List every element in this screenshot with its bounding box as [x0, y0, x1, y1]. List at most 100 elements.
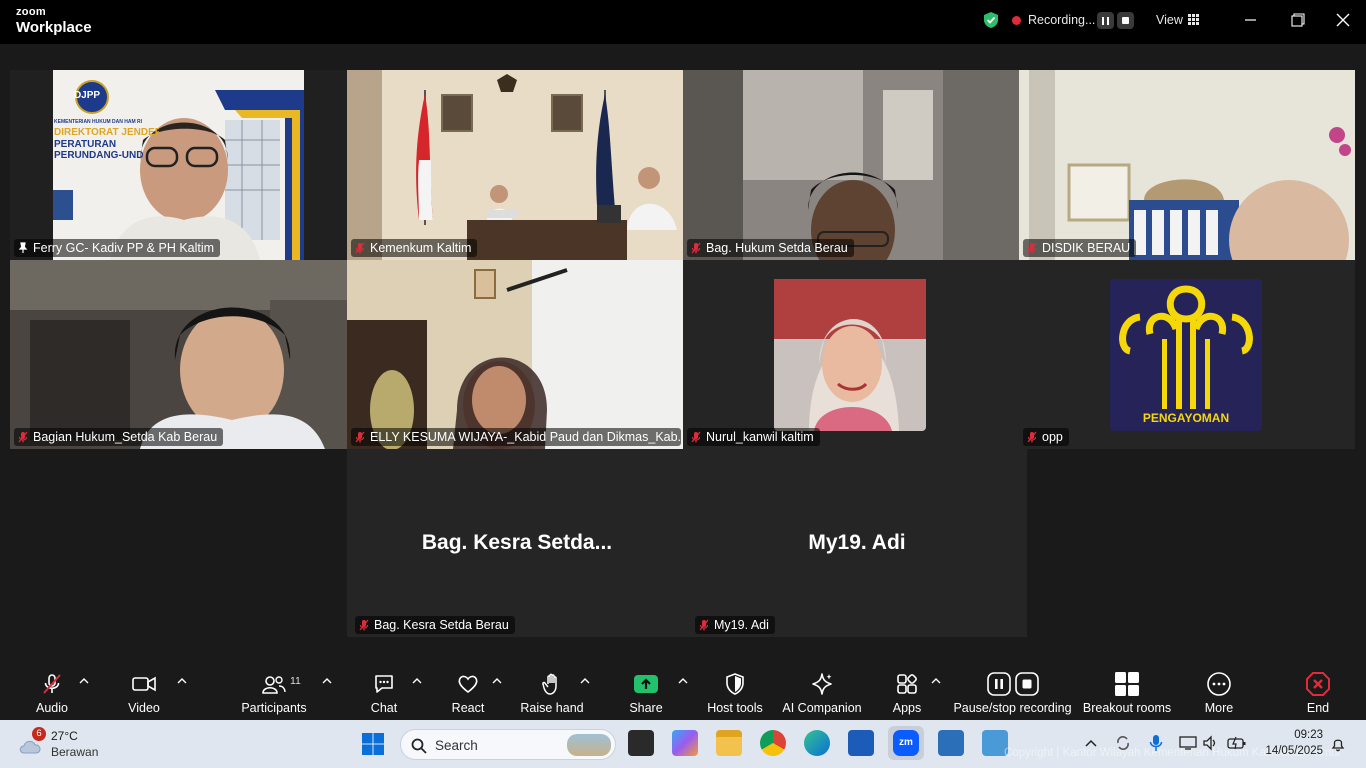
share-button[interactable]: Share: [626, 661, 666, 719]
notepad-icon[interactable]: [938, 730, 964, 756]
meeting-toolbar: Audio Video Participants 11 Chat React R…: [0, 661, 1366, 719]
raise-hand-button[interactable]: Raise hand: [520, 661, 584, 719]
participant-name-label: Bag. Kesra Setda Berau: [355, 616, 515, 634]
pause-recording-button[interactable]: [1097, 12, 1114, 29]
pengayoman-tree-icon: [1119, 285, 1253, 409]
participant-name: Bag. Hukum Setda Berau: [706, 241, 848, 255]
shield-check-icon[interactable]: [982, 11, 1000, 29]
chat-options-chevron-icon[interactable]: [412, 677, 422, 685]
video-options-chevron-icon[interactable]: [177, 677, 187, 685]
participants-icon: [262, 676, 286, 694]
participant-name: Ferry GC- Kadiv PP & PH Kaltim: [33, 241, 215, 255]
ai-sparkle-icon: [812, 673, 832, 695]
share-screen-icon: [634, 675, 658, 693]
taskbar-search[interactable]: Search: [400, 729, 616, 760]
battery-icon[interactable]: [1227, 735, 1247, 751]
share-options-chevron-icon[interactable]: [678, 677, 688, 685]
end-label: End: [1306, 701, 1330, 715]
participants-options-chevron-icon[interactable]: [322, 677, 332, 685]
minimize-icon[interactable]: [1237, 8, 1265, 32]
apps-label: Apps: [892, 701, 922, 715]
grid-view-icon[interactable]: [1188, 14, 1199, 25]
pause-icon: [986, 672, 1011, 696]
view-button[interactable]: View: [1156, 13, 1183, 27]
video-tile[interactable]: Bag. Hukum Setda Berau: [683, 70, 1019, 260]
audio-button[interactable]: Audio: [32, 661, 72, 719]
video-feed: [10, 260, 347, 449]
video-button[interactable]: Video: [124, 661, 164, 719]
audio-label: Audio: [36, 701, 68, 715]
host-tools-button[interactable]: Host tools: [704, 661, 766, 719]
clock-date[interactable]: 14/05/2025: [1265, 745, 1323, 757]
video-tile[interactable]: PENGAYOMAN opp: [1019, 260, 1355, 449]
audio-options-chevron-icon[interactable]: [79, 677, 89, 685]
react-label: React: [451, 701, 485, 715]
tray-chevron-icon[interactable]: [1085, 738, 1097, 748]
video-tile[interactable]: Nurul_kanwil kaltim: [683, 260, 1019, 449]
video-tile[interactable]: ELLY KESUMA WIJAYA-_Kabid Paud dan Dikma…: [347, 260, 683, 449]
stop-icon: [1014, 672, 1039, 696]
video-feed: [1019, 70, 1355, 260]
apps-icon: [897, 674, 917, 694]
participant-name: Bagian Hukum_Setda Kab Berau: [33, 430, 218, 444]
video-tile[interactable]: DISDIK BERAU: [1019, 70, 1355, 260]
stop-recording-button[interactable]: [1117, 12, 1134, 29]
mic-muted-icon: [359, 619, 369, 631]
windows-start-icon[interactable]: [361, 732, 385, 756]
microphone-icon[interactable]: [1149, 734, 1163, 752]
participant-name-label: Bag. Hukum Setda Berau: [687, 239, 854, 257]
more-button[interactable]: More: [1199, 661, 1239, 719]
edge-icon[interactable]: [804, 730, 830, 756]
video-feed: [10, 70, 347, 260]
video-tile[interactable]: Bag. Kesra Setda... Bag. Kesra Setda Ber…: [347, 449, 687, 637]
mic-muted-icon: [355, 431, 365, 443]
video-tile[interactable]: My19. Adi My19. Adi: [687, 449, 1027, 637]
video-tile[interactable]: Kemenkum Kaltim: [347, 70, 683, 260]
participant-display-name: Bag. Kesra Setda...: [421, 531, 613, 554]
copilot-icon[interactable]: [672, 730, 698, 756]
video-grid: DJPP KEMENTERIAN HUKUM DAN HAM RI DIREKT…: [0, 44, 1366, 661]
word-icon[interactable]: [848, 730, 874, 756]
participant-name-label: ELLY KESUMA WIJAYA-_Kabid Paud dan Dikma…: [351, 428, 681, 446]
zoom-app-icon[interactable]: zm: [888, 726, 924, 760]
weather-desc[interactable]: Berawan: [51, 745, 98, 759]
react-options-chevron-icon[interactable]: [492, 677, 502, 685]
sync-icon[interactable]: [1115, 735, 1131, 751]
breakout-rooms-button[interactable]: Breakout rooms: [1082, 661, 1172, 719]
close-icon[interactable]: [1329, 8, 1357, 32]
volume-icon[interactable]: [1202, 735, 1218, 751]
participants-button[interactable]: Participants: [239, 661, 309, 719]
chat-button[interactable]: Chat: [364, 661, 404, 719]
react-button[interactable]: React: [448, 661, 488, 719]
restore-icon[interactable]: [1283, 8, 1311, 32]
chrome-icon[interactable]: [760, 730, 786, 756]
weather-badge: 6: [32, 727, 46, 741]
video-tile[interactable]: DJPP KEMENTERIAN HUKUM DAN HAM RI DIREKT…: [10, 70, 347, 260]
video-feed: [347, 70, 683, 260]
pause-stop-recording-button[interactable]: Pause/stop recording: [953, 661, 1072, 719]
notification-bell-icon[interactable]: [1330, 736, 1346, 752]
apps-options-chevron-icon[interactable]: [931, 677, 941, 685]
participant-name-label: Kemenkum Kaltim: [351, 239, 478, 257]
video-tile[interactable]: Bagian Hukum_Setda Kab Berau: [10, 260, 347, 449]
raise-hand-options-chevron-icon[interactable]: [580, 677, 590, 685]
end-meeting-button[interactable]: End: [1298, 661, 1338, 719]
participant-display-name: My19. Adi: [808, 531, 906, 554]
search-placeholder: Search: [435, 738, 478, 753]
profile-photo: [774, 279, 926, 431]
network-icon[interactable]: [1179, 735, 1197, 751]
breakout-rooms-label: Breakout rooms: [1082, 701, 1172, 715]
brand-top: zoom: [16, 6, 46, 18]
ai-companion-button[interactable]: AI Companion: [782, 661, 862, 719]
pause-icon: [1102, 16, 1109, 25]
apps-button[interactable]: Apps: [887, 661, 927, 719]
file-explorer-icon[interactable]: [716, 730, 742, 756]
raised-hand-icon: [542, 673, 557, 695]
participant-name-label: Ferry GC- Kadiv PP & PH Kaltim: [14, 239, 221, 257]
clock-time[interactable]: 09:23: [1294, 729, 1323, 741]
task-view-icon[interactable]: [628, 730, 654, 756]
weather-temp[interactable]: 27°C: [51, 729, 78, 743]
breakout-rooms-icon: [1115, 672, 1139, 696]
pause-stop-label: Pause/stop recording: [953, 701, 1072, 715]
search-highlight-image: [567, 734, 611, 756]
